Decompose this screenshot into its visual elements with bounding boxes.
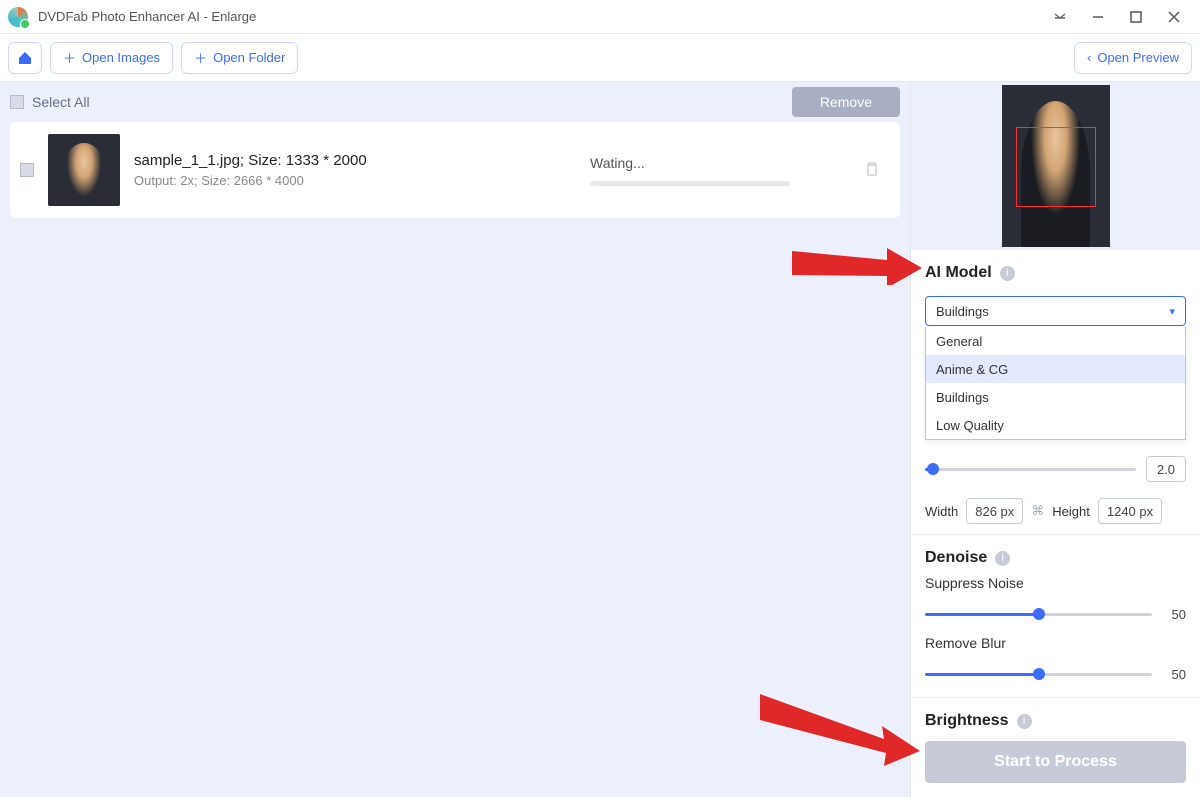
suppress-noise-slider-row: 50 xyxy=(925,601,1186,627)
brightness-title-text: Brightness xyxy=(925,712,1009,730)
close-icon[interactable] xyxy=(1166,9,1182,25)
open-images-button[interactable]: ＋ Open Images xyxy=(50,42,173,74)
open-preview-button[interactable]: ‹ Open Preview xyxy=(1074,42,1192,74)
info-icon[interactable]: i xyxy=(1000,266,1015,281)
brightness-title: Brightness i xyxy=(925,712,1186,730)
dropdown-list: General Anime & CG Buildings Low Quality xyxy=(925,327,1186,440)
file-info: sample_1_1.jpg; Size: 1333 * 2000 Output… xyxy=(134,152,576,188)
select-all-label[interactable]: Select All xyxy=(32,94,90,110)
ai-model-dropdown[interactable]: Buildings General Anime & CG Buildings L… xyxy=(925,296,1186,326)
preview-thumbnail[interactable] xyxy=(1002,85,1110,247)
dropdown-window-icon[interactable] xyxy=(1052,9,1068,25)
remove-blur-label: Remove Blur xyxy=(925,635,1186,651)
settings-panel: AI Model i Buildings General Anime & CG … xyxy=(910,82,1200,797)
remove-blur-slider[interactable] xyxy=(925,673,1152,676)
dropdown-item-buildings[interactable]: Buildings xyxy=(926,383,1185,411)
height-label: Height xyxy=(1052,504,1090,519)
open-images-label: Open Images xyxy=(82,50,160,65)
open-folder-button[interactable]: ＋ Open Folder xyxy=(181,42,298,74)
info-icon[interactable]: i xyxy=(995,551,1010,566)
file-row[interactable]: sample_1_1.jpg; Size: 1333 * 2000 Output… xyxy=(10,122,900,218)
scale-value[interactable]: 2.0 xyxy=(1146,456,1186,482)
open-folder-label: Open Folder xyxy=(213,50,285,65)
annotation-arrow xyxy=(792,231,922,285)
plus-icon: ＋ xyxy=(194,48,207,67)
home-icon xyxy=(17,50,33,66)
minimize-icon[interactable] xyxy=(1090,9,1106,25)
title-bar: DVDFab Photo Enhancer AI - Enlarge xyxy=(0,0,1200,34)
file-thumbnail xyxy=(48,134,120,206)
trash-icon xyxy=(864,161,880,177)
brightness-section: Brightness i xyxy=(911,697,1200,733)
scale-slider-row: 2.0 xyxy=(925,456,1186,482)
denoise-title: Denoise i xyxy=(925,549,1186,567)
link-icon[interactable]: ⌘ xyxy=(1031,503,1044,519)
dropdown-item-anime[interactable]: Anime & CG xyxy=(926,355,1185,383)
chevron-left-icon: ‹ xyxy=(1087,50,1091,65)
suppress-noise-slider[interactable] xyxy=(925,613,1152,616)
open-preview-label: Open Preview xyxy=(1097,50,1179,65)
app-logo-icon xyxy=(8,7,28,27)
file-name-line: sample_1_1.jpg; Size: 1333 * 2000 xyxy=(134,152,576,169)
start-process-button[interactable]: Start to Process xyxy=(925,741,1186,783)
progress-bar xyxy=(590,181,790,186)
height-value[interactable]: 1240 px xyxy=(1098,498,1162,524)
dimensions-row: Width 826 px ⌘ Height 1240 px xyxy=(925,498,1186,524)
dropdown-item-lowquality[interactable]: Low Quality xyxy=(926,411,1185,439)
preview-crop-rect[interactable] xyxy=(1016,127,1096,207)
width-label: Width xyxy=(925,504,958,519)
info-icon[interactable]: i xyxy=(1017,714,1032,729)
app-title: DVDFab Photo Enhancer AI - Enlarge xyxy=(38,9,1052,24)
window-controls xyxy=(1052,9,1192,25)
file-checkbox[interactable] xyxy=(20,163,34,177)
suppress-noise-value: 50 xyxy=(1162,601,1186,627)
toolbar: ＋ Open Images ＋ Open Folder ‹ Open Previ… xyxy=(0,34,1200,82)
home-button[interactable] xyxy=(8,42,42,74)
file-status-column: Wating... xyxy=(590,155,850,186)
file-status: Wating... xyxy=(590,155,850,171)
remove-blur-value: 50 xyxy=(1162,661,1186,687)
select-all-checkbox[interactable] xyxy=(10,95,24,109)
main-area: Select All Remove sample_1_1.jpg; Size: … xyxy=(0,82,1200,797)
delete-file-button[interactable] xyxy=(864,161,882,179)
scale-slider[interactable] xyxy=(925,468,1136,471)
list-header: Select All Remove xyxy=(0,82,910,122)
plus-icon: ＋ xyxy=(63,48,76,67)
file-output-line: Output: 2x; Size: 2666 * 4000 xyxy=(134,173,576,188)
suppress-noise-label: Suppress Noise xyxy=(925,575,1186,591)
panels-scroll: AI Model i Buildings General Anime & CG … xyxy=(911,250,1200,733)
preview-area xyxy=(911,82,1200,250)
ai-model-title: AI Model i xyxy=(925,264,1186,282)
denoise-section: Denoise i Suppress Noise 50 Remove Blur xyxy=(911,534,1200,697)
ai-model-section: AI Model i Buildings General Anime & CG … xyxy=(911,250,1200,534)
maximize-icon[interactable] xyxy=(1128,9,1144,25)
ai-model-title-text: AI Model xyxy=(925,264,992,282)
width-value[interactable]: 826 px xyxy=(966,498,1023,524)
remove-button[interactable]: Remove xyxy=(792,87,900,117)
denoise-title-text: Denoise xyxy=(925,549,987,567)
dropdown-selected: Buildings xyxy=(936,304,989,319)
dropdown-item-general[interactable]: General xyxy=(926,327,1185,355)
annotation-arrow xyxy=(760,686,920,766)
remove-blur-slider-row: 50 xyxy=(925,661,1186,687)
